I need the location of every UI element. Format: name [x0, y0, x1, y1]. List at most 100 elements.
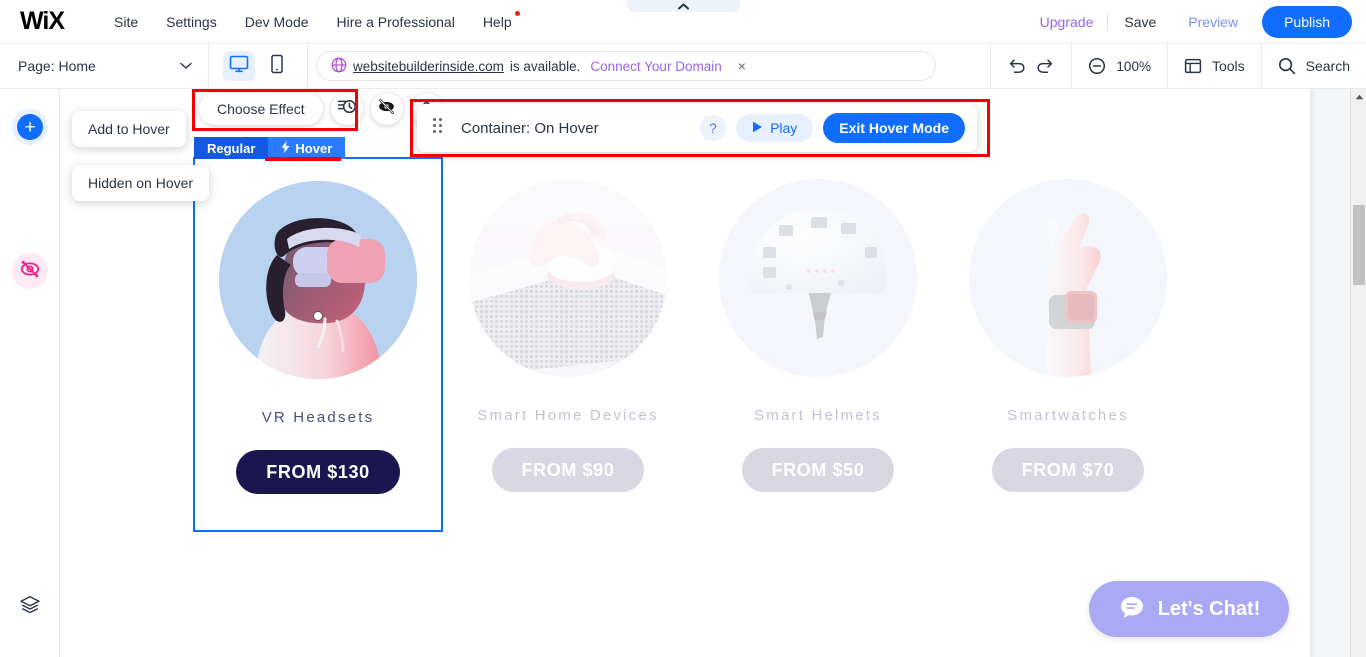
collapse-toolbar-tab[interactable]: [627, 0, 740, 12]
zoom-out-icon[interactable]: [1088, 57, 1106, 75]
card-title: VR Headsets: [261, 409, 375, 426]
search-label: Search: [1305, 58, 1350, 74]
smart-helmet-photo: [719, 179, 917, 377]
hover-mode-button[interactable]: [12, 253, 48, 289]
domain-banner: websitebuilderinside.com is available. C…: [316, 51, 936, 81]
play-button[interactable]: Play: [736, 114, 814, 142]
product-card[interactable]: Smart Helmets FROM $50: [693, 157, 943, 532]
card-price-button[interactable]: FROM $70: [991, 448, 1145, 492]
tools-label: Tools: [1211, 58, 1245, 74]
search-group[interactable]: Search: [1260, 44, 1366, 88]
redo-icon[interactable]: [1036, 58, 1055, 74]
preview-button[interactable]: Preview: [1172, 8, 1254, 36]
page-selector[interactable]: Page: Home: [0, 44, 208, 88]
history-group: [990, 44, 1071, 88]
editor-toolbar: Page: Home websitebuilderinside.com is a…: [0, 44, 1366, 89]
tooltip-hidden-on-hover: Hidden on Hover: [72, 165, 210, 201]
product-card-row: VR Headsets FROM $130 Smart Home Devices…: [193, 157, 1193, 532]
chevron-up-icon: [678, 3, 689, 10]
connect-domain-link[interactable]: Connect Your Domain: [590, 59, 721, 74]
eye-off-icon: [377, 97, 396, 121]
publish-button[interactable]: Publish: [1262, 5, 1352, 38]
left-sidebar: +: [0, 89, 60, 657]
viewport-switcher: [209, 51, 307, 81]
chat-widget-button[interactable]: Let's Chat!: [1089, 581, 1289, 637]
close-icon[interactable]: ×: [738, 58, 746, 74]
top-actions: Upgrade Save Preview Publish: [1026, 5, 1366, 38]
smart-home-device-photo: [469, 179, 667, 377]
exit-hover-mode-button[interactable]: Exit Hover Mode: [823, 113, 965, 143]
mobile-view-button[interactable]: [261, 51, 293, 81]
menu-item-site[interactable]: Site: [100, 8, 152, 36]
play-button-label: Play: [770, 120, 798, 136]
zoom-group: 100%: [1071, 44, 1167, 88]
scrollbar-thumb[interactable]: [1353, 205, 1365, 285]
add-elements-button[interactable]: +: [12, 109, 48, 145]
card-price-button[interactable]: FROM $90: [491, 448, 645, 492]
tooltip-add-to-hover: Add to Hover: [72, 111, 186, 147]
state-tabs: Regular Hover: [194, 137, 346, 159]
upgrade-link[interactable]: Upgrade: [1026, 8, 1108, 36]
image-focal-point-handle[interactable]: [313, 310, 323, 321]
undo-icon[interactable]: [1007, 58, 1026, 74]
tab-hover[interactable]: Hover: [268, 137, 346, 159]
play-triangle-icon: [752, 120, 763, 136]
menu-item-hire-a-professional[interactable]: Hire a Professional: [323, 8, 469, 36]
layers-icon: [19, 594, 41, 621]
menu-item-settings[interactable]: Settings: [152, 8, 231, 36]
globe-icon: [331, 57, 347, 76]
timeline-history-icon: [337, 97, 357, 121]
tools-group[interactable]: Tools: [1166, 44, 1261, 88]
effect-timing-button[interactable]: [330, 93, 363, 125]
page-selector-label: Page: Home: [18, 58, 96, 74]
drag-handle-icon[interactable]: [433, 118, 447, 138]
canvas-scrollbar[interactable]: [1350, 89, 1366, 657]
save-button[interactable]: Save: [1108, 8, 1172, 36]
hover-help-button[interactable]: ?: [700, 115, 727, 141]
search-icon: [1278, 57, 1296, 75]
card-price-button[interactable]: FROM $50: [741, 448, 895, 492]
card-title: Smartwatches: [1007, 407, 1129, 424]
top-menu-bar: WiX Site Settings Dev Mode Hire a Profes…: [0, 0, 1366, 44]
choose-effect-button[interactable]: Choose Effect: [199, 93, 323, 125]
domain-status-text: is available.: [509, 58, 581, 74]
site-page: VR Headsets FROM $130 Smart Home Devices…: [60, 89, 1310, 657]
tab-hover-label: Hover: [295, 140, 333, 156]
zoom-level[interactable]: 100%: [1116, 59, 1151, 74]
effect-toolbar: Choose Effect ?: [199, 93, 443, 125]
desktop-view-button[interactable]: [223, 51, 255, 81]
tab-regular-label: Regular: [207, 140, 256, 156]
mobile-icon: [270, 54, 284, 79]
card-title: Smart Home Devices: [477, 407, 659, 424]
vr-headset-photo: [219, 181, 417, 379]
tooltip-hidden-on-hover-label: Hidden on Hover: [88, 175, 194, 191]
hover-mode-bar: Container: On Hover ? Play Exit Hover Mo…: [417, 104, 977, 152]
tools-icon: [1184, 57, 1202, 75]
card-price-button[interactable]: FROM $130: [236, 450, 400, 494]
chevron-down-icon: [180, 57, 192, 75]
chat-widget-label: Let's Chat!: [1157, 597, 1261, 620]
divider: [307, 44, 308, 88]
hover-mode-bar-actions: ? Play Exit Hover Mode: [700, 113, 965, 143]
lightning-bolt-icon: [281, 140, 290, 156]
wix-logo[interactable]: WiX: [14, 7, 70, 35]
layers-button[interactable]: [12, 589, 48, 625]
product-card[interactable]: Smart Home Devices FROM $90: [443, 157, 693, 532]
product-card[interactable]: Smartwatches FROM $70: [943, 157, 1193, 532]
menu-item-help-label: Help: [482, 13, 512, 30]
desktop-icon: [229, 55, 249, 78]
chat-bubble-icon: [1118, 593, 1146, 626]
product-card-selected[interactable]: VR Headsets FROM $130: [193, 157, 443, 532]
help-notification-dot: [514, 10, 520, 16]
plus-icon: +: [17, 114, 43, 140]
editor-canvas: VR Headsets FROM $130 Smart Home Devices…: [60, 89, 1366, 657]
domain-name-link[interactable]: websitebuilderinside.com: [353, 59, 504, 74]
menu-item-help[interactable]: Help: [469, 8, 526, 36]
tooltip-add-to-hover-label: Add to Hover: [88, 121, 170, 137]
menu-item-dev-mode[interactable]: Dev Mode: [231, 8, 323, 36]
scroll-up-arrow-icon[interactable]: [1351, 89, 1366, 105]
hover-eye-icon: [18, 257, 42, 286]
hide-on-hover-button[interactable]: [370, 93, 403, 125]
hover-mode-bar-title: Container: On Hover: [461, 119, 599, 137]
tab-regular[interactable]: Regular: [194, 137, 269, 159]
